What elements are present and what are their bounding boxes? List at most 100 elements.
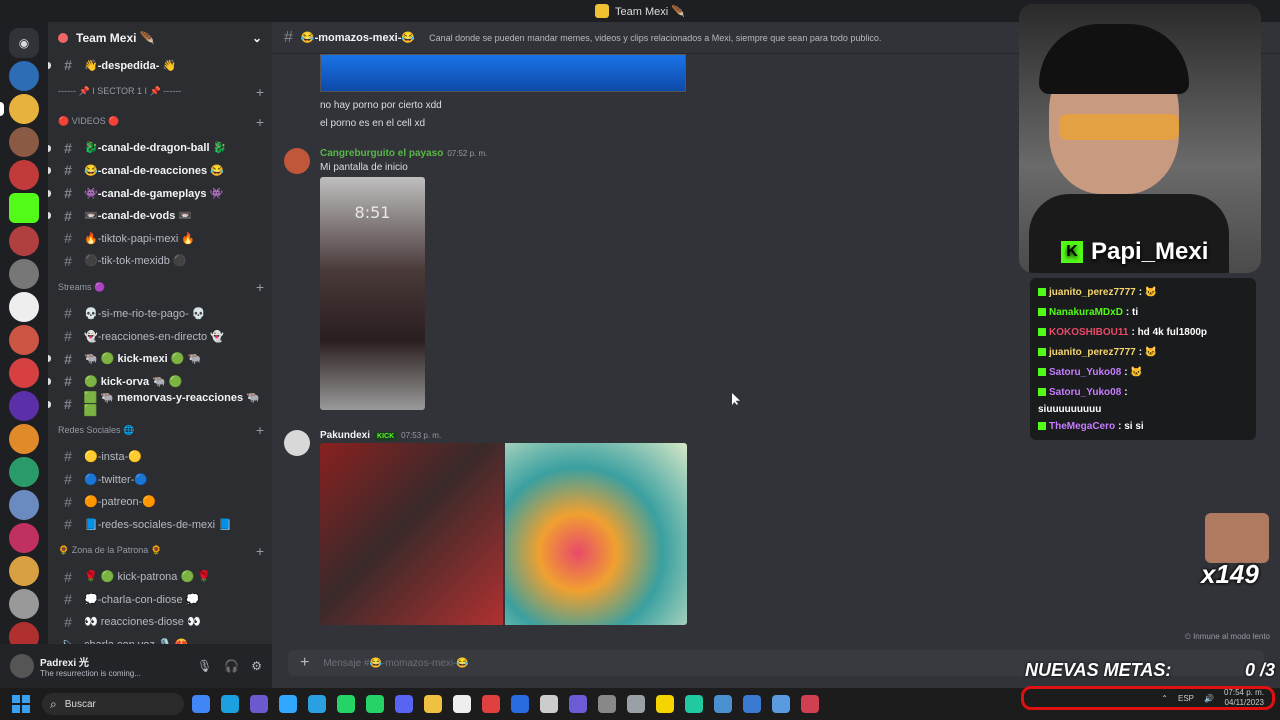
sidebar-item-channel[interactable]: # 🐃 🟢 kick-mexi 🟢 🐃 <box>48 347 272 370</box>
chevron-up-icon[interactable]: ⌃ <box>1161 694 1168 703</box>
server-icon[interactable] <box>9 61 39 91</box>
server-icon[interactable] <box>9 556 39 586</box>
sidebar-item-channel[interactable]: # 🟠-patreon-🟠 <box>48 490 272 513</box>
sidebar-item-channel[interactable]: # 😂-canal-de-reacciones 😂 <box>48 159 272 182</box>
headphones-icon[interactable]: 🎧 <box>224 659 239 673</box>
avatar[interactable] <box>284 430 310 456</box>
sidebar-item-channel[interactable]: # ⚫-tik-tok-mexidb ⚫ <box>48 250 272 273</box>
discord-home-button[interactable]: ◉ <box>9 28 39 58</box>
taskbar-app-icon[interactable] <box>279 695 297 713</box>
server-icon[interactable] <box>9 523 39 553</box>
server-icon[interactable] <box>9 160 39 190</box>
taskbar-app-icon[interactable] <box>801 695 819 713</box>
channel-topic[interactable]: Canal donde se pueden mandar memes, vide… <box>429 33 881 43</box>
kick-badge-icon <box>1038 388 1046 396</box>
server-icon-team-mexi[interactable] <box>0 94 39 124</box>
volume-icon[interactable]: 🔊 <box>1204 694 1214 703</box>
sidebar-item-channel[interactable]: # 🟢 kick-orva 🐃 🟢 <box>48 370 272 393</box>
taskbar-app-icon[interactable] <box>337 695 355 713</box>
taskbar-app-icon[interactable] <box>714 695 732 713</box>
taskbar-app-icon[interactable] <box>540 695 558 713</box>
sidebar-item-channel[interactable]: # 🌹 🟢 kick-patrona 🟢 🌹 <box>48 566 272 589</box>
chat-text: : si si <box>1118 420 1144 432</box>
sidebar-item-channel[interactable]: 🔈charla con voz 🎙️ 😍 <box>48 633 272 644</box>
avatar[interactable] <box>284 148 310 174</box>
server-icon[interactable] <box>9 358 39 388</box>
sidebar-item-channel[interactable]: # 🔥-tiktok-papi-mexi 🔥 <box>48 227 272 250</box>
windows-start-icon[interactable] <box>12 695 30 713</box>
sidebar-item-channel[interactable]: # 📼-canal-de-vods 📼 <box>48 204 272 227</box>
category-header[interactable]: Redes Sociales 🌐 + <box>48 415 272 445</box>
taskbar-app-icon[interactable] <box>424 695 442 713</box>
message-image-attachment[interactable] <box>320 443 503 625</box>
server-icon[interactable] <box>9 457 39 487</box>
add-channel-icon[interactable]: + <box>256 279 264 295</box>
sidebar-item-channel[interactable]: # 👀 reacciones-diose 👀 <box>48 611 272 634</box>
sidebar-item-channel[interactable]: # 🟡-insta-🟡 <box>48 445 272 468</box>
taskbar-app-icon[interactable] <box>685 695 703 713</box>
sidebar-item-channel[interactable]: # 💀-si-me-rio-te-pago- 💀 <box>48 302 272 325</box>
sidebar-item-channel[interactable]: # 👋-despedida- 👋 <box>48 54 272 77</box>
gear-icon[interactable]: ⚙ <box>251 659 262 673</box>
taskbar-app-icon[interactable] <box>743 695 761 713</box>
taskbar-app-icon[interactable] <box>772 695 790 713</box>
taskbar-app-icon[interactable] <box>395 695 413 713</box>
taskbar-app-icon[interactable] <box>656 695 674 713</box>
taskbar-search[interactable]: ⌕ Buscar <box>42 693 184 715</box>
sidebar-item-channel[interactable]: # 🐉-canal-de-dragon-ball 🐉 <box>48 137 272 160</box>
sidebar-item-channel[interactable]: # 👻-reacciones-en-directo 👻 <box>48 325 272 348</box>
server-icon[interactable] <box>9 259 39 289</box>
server-icon[interactable] <box>9 490 39 520</box>
taskbar-app-icon[interactable] <box>308 695 326 713</box>
guild-header[interactable]: Team Mexi 🪶 ⌄ <box>48 22 272 54</box>
server-icon[interactable] <box>9 292 39 322</box>
taskbar-app-icon[interactable] <box>221 695 239 713</box>
sidebar-item-label: 📼-canal-de-vods 📼 <box>84 210 193 223</box>
server-icon[interactable] <box>9 391 39 421</box>
message-image-attachment[interactable] <box>505 443 687 625</box>
add-attachment-icon[interactable]: + <box>300 654 309 672</box>
category-header[interactable]: 🌻 Zona de la Patrona 🌻 + <box>48 536 272 566</box>
taskbar-app-icon[interactable] <box>366 695 384 713</box>
taskbar-app-icon[interactable] <box>250 695 268 713</box>
sidebar-item-channel[interactable]: # 📘-redes-sociales-de-mexi 📘 <box>48 513 272 536</box>
clock[interactable]: 07:54 p. m. 04/11/2023 <box>1224 688 1264 708</box>
add-channel-icon[interactable]: + <box>256 543 264 559</box>
message-input[interactable]: Mensaje #😂-momazos-mexi-😂 <box>323 658 469 669</box>
sidebar-item-channel[interactable]: # 🔵-twitter-🔵 <box>48 468 272 491</box>
taskbar-app-icon[interactable] <box>453 695 471 713</box>
message-author[interactable]: Cangreburguito el payaso 07:52 p. m. <box>320 148 487 159</box>
add-channel-icon[interactable]: + <box>256 84 264 100</box>
chat-text: : ti <box>1125 306 1139 318</box>
message-image-attachment[interactable]: 8:51 <box>320 177 425 410</box>
category-header[interactable]: Streams 🟣 + <box>48 272 272 302</box>
shared-screenshot-image[interactable] <box>320 54 686 92</box>
server-icon[interactable] <box>9 589 39 619</box>
kick-badge: KICK <box>374 432 398 441</box>
taskbar-app-icon[interactable] <box>192 695 210 713</box>
channel-list: # 👋-despedida- 👋 ------ 📌 I SECTOR 1 I 📌 -… <box>48 54 272 644</box>
sidebar-item-channel[interactable]: # 🟩 🐃 memorvas-y-reacciones 🐃 🟩 <box>48 392 272 417</box>
avatar[interactable] <box>10 654 34 678</box>
taskbar-app-icon[interactable] <box>511 695 529 713</box>
server-icon[interactable] <box>9 325 39 355</box>
taskbar-app-icon[interactable] <box>569 695 587 713</box>
server-icon[interactable] <box>9 193 39 223</box>
add-channel-icon[interactable]: + <box>256 114 264 130</box>
kick-badge-icon <box>1038 368 1046 376</box>
sidebar-item-channel[interactable]: # 💭-charla-con-diose 💭 <box>48 588 272 611</box>
server-icon[interactable] <box>9 226 39 256</box>
server-icon[interactable] <box>9 127 39 157</box>
category-header[interactable]: ------ 📌 I SECTOR 1 I 📌 ------ + <box>48 77 272 107</box>
language-indicator[interactable]: ESP <box>1178 694 1194 703</box>
taskbar-app-icon[interactable] <box>627 695 645 713</box>
message-author[interactable]: Pakundexi KICK 07:53 p. m. <box>320 430 441 441</box>
category-header[interactable]: 🔴 VIDEOS 🔴 + <box>48 107 272 137</box>
server-icon[interactable] <box>9 424 39 454</box>
taskbar-app-icon[interactable] <box>598 695 616 713</box>
taskbar-app-icon[interactable] <box>482 695 500 713</box>
sidebar-item-channel[interactable]: # 👾-canal-de-gameplays 👾 <box>48 182 272 205</box>
add-channel-icon[interactable]: + <box>256 422 264 438</box>
hashtag-icon: # <box>64 230 72 247</box>
microphone-icon[interactable]: 🎙 <box>197 659 212 673</box>
